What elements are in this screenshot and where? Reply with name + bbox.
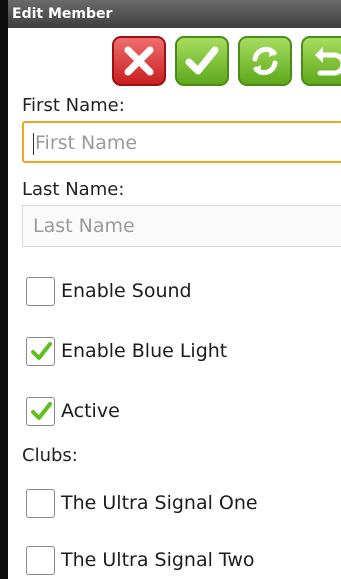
- active-checkbox[interactable]: [26, 396, 55, 426]
- first-name-field[interactable]: First Name: [22, 121, 341, 163]
- enable-blue-light-label: Enable Blue Light: [61, 340, 228, 362]
- clubs-label: Clubs:: [22, 445, 78, 466]
- last-name-label: Last Name:: [22, 179, 125, 200]
- refresh-icon: [252, 46, 278, 76]
- undo-button[interactable]: [301, 36, 341, 86]
- checkmark-icon: [30, 402, 52, 420]
- checkmark-icon: [185, 46, 219, 75]
- refresh-button[interactable]: [238, 36, 292, 86]
- club-label: The Ultra Signal Two: [61, 549, 255, 571]
- enable-sound-row[interactable]: Enable Sound: [26, 274, 192, 308]
- toolbar: [112, 36, 341, 86]
- enable-blue-light-row[interactable]: Enable Blue Light: [26, 334, 227, 368]
- checkmark-icon: [30, 342, 52, 360]
- first-name-placeholder: First Name: [35, 132, 138, 154]
- app-window: Edit Member First Name: First Name Last …: [0, 0, 341, 579]
- first-name-label: First Name:: [22, 95, 125, 116]
- club-checkbox[interactable]: [26, 488, 55, 518]
- active-row[interactable]: Active: [26, 394, 120, 428]
- x-icon: [124, 46, 154, 76]
- enable-sound-label: Enable Sound: [61, 280, 192, 302]
- active-label: Active: [61, 400, 120, 422]
- save-button[interactable]: [175, 36, 229, 86]
- window-title: Edit Member: [8, 0, 341, 28]
- club-row[interactable]: The Ultra Signal One: [26, 486, 258, 520]
- last-name-placeholder: Last Name: [33, 215, 135, 237]
- club-row[interactable]: The Ultra Signal Two: [26, 543, 255, 577]
- club-label: The Ultra Signal One: [61, 492, 258, 514]
- last-name-field[interactable]: Last Name: [22, 205, 341, 247]
- undo-icon: [315, 47, 341, 76]
- cancel-button[interactable]: [112, 36, 166, 86]
- enable-blue-light-checkbox[interactable]: [26, 336, 55, 366]
- club-checkbox[interactable]: [26, 545, 55, 575]
- enable-sound-checkbox[interactable]: [26, 276, 55, 306]
- text-cursor: [33, 132, 34, 155]
